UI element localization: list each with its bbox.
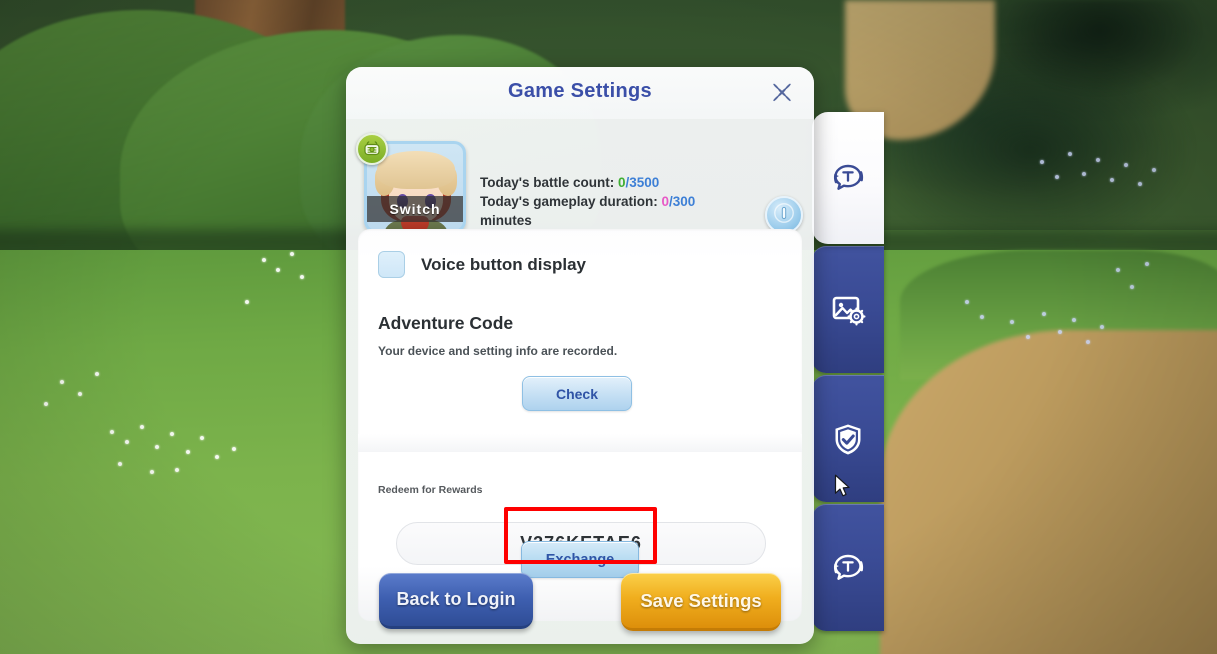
- check-button[interactable]: Check: [522, 376, 632, 411]
- close-button[interactable]: [767, 80, 797, 110]
- back-to-login-button[interactable]: Back to Login: [379, 573, 533, 629]
- stat-gameplay-duration-current: 0: [661, 194, 670, 209]
- save-settings-button[interactable]: Save Settings: [621, 573, 781, 631]
- account-stats: Today's battle count: 0/3500 Today's gam…: [480, 173, 728, 230]
- avatar-hat: [377, 151, 455, 189]
- stat-gameplay-duration-suffix: minutes: [480, 213, 532, 228]
- account-strip: Switch Today's battle count: 0/3500 Toda…: [346, 119, 814, 254]
- dialog-header: Game Settings: [346, 67, 814, 119]
- game-settings-dialog: Game Settings Switch Today's battle coun…: [346, 67, 814, 644]
- side-tab-image-settings[interactable]: [812, 246, 884, 373]
- translate-chat-icon: [828, 548, 868, 588]
- section-divider: [358, 434, 802, 452]
- exchange-button[interactable]: Exchange: [521, 541, 639, 578]
- voice-display-checkbox[interactable]: [378, 251, 405, 278]
- dialog-title: Game Settings: [508, 80, 652, 102]
- voice-button-display-row[interactable]: Voice button display: [378, 251, 586, 278]
- translate-chat-icon: [828, 158, 868, 198]
- stat-gameplay-duration: Today's gameplay duration: 0/300 minutes: [480, 192, 728, 230]
- info-icon: [773, 202, 795, 229]
- side-tab-security[interactable]: [812, 375, 884, 502]
- shield-check-icon: [828, 419, 868, 459]
- stat-gameplay-duration-max: 300: [672, 194, 696, 209]
- avatar-switch-label[interactable]: Switch: [367, 196, 463, 222]
- side-tab-translate-top[interactable]: [812, 112, 884, 244]
- adventure-code-heading: Adventure Code: [378, 313, 514, 333]
- side-tab-rail: [812, 112, 884, 633]
- close-x-icon: [768, 79, 796, 112]
- voice-display-label: Voice button display: [421, 254, 586, 274]
- adventure-code-subtitle: Your device and setting info are recorde…: [378, 344, 618, 358]
- stat-gameplay-duration-label: Today's gameplay duration:: [480, 194, 662, 209]
- stat-battle-count: Today's battle count: 0/3500: [480, 173, 728, 192]
- side-tab-translate-bottom[interactable]: [812, 504, 884, 631]
- settings-content-card: Voice button display Adventure Code Your…: [358, 229, 802, 621]
- redeem-for-rewards-label: Redeem for Rewards: [378, 484, 483, 496]
- stat-battle-count-label: Today's battle count:: [480, 175, 618, 190]
- stat-battle-count-max: 3500: [629, 175, 660, 190]
- guild-emblem-icon: [356, 133, 388, 165]
- image-settings-icon: [828, 290, 868, 330]
